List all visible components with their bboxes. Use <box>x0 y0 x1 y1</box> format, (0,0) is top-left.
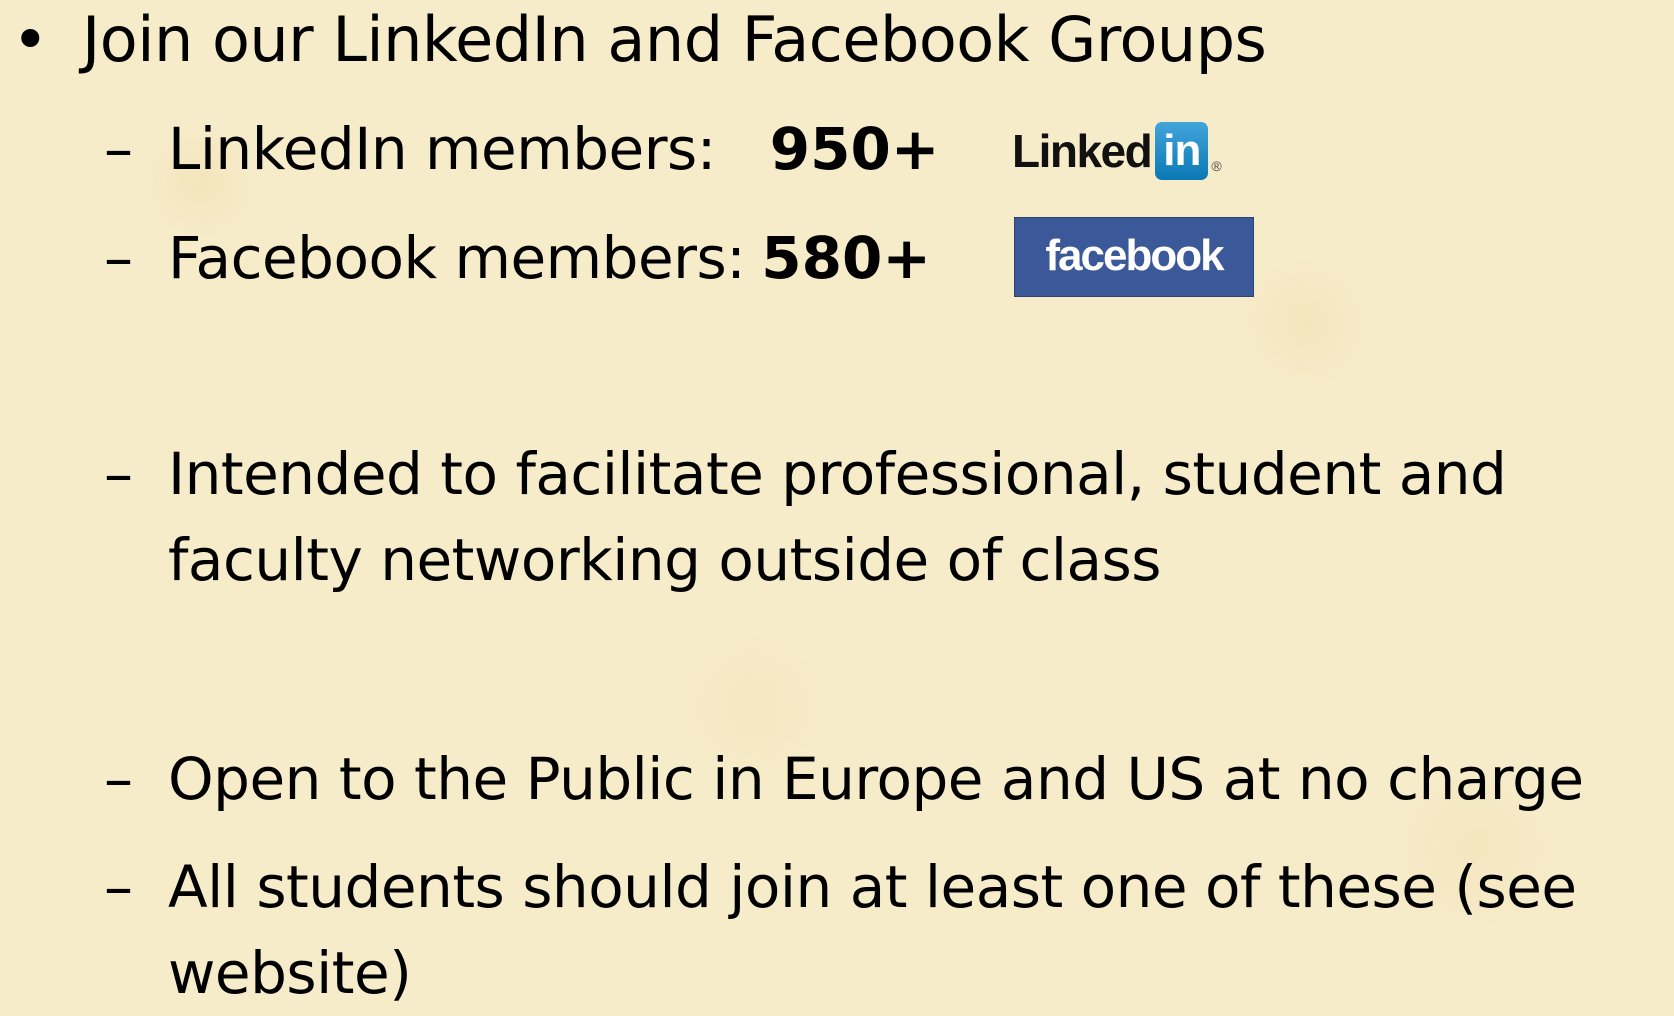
linkedin-members-count: 950+ <box>769 115 940 183</box>
networking-text-line2: faculty networking outside of class <box>168 526 1161 594</box>
linkedin-logo-word: Linked <box>1012 125 1153 177</box>
facebook-members-count: 580+ <box>761 224 931 292</box>
students-join-text-line1: All students should join at least one of… <box>168 853 1577 921</box>
registered-mark: ® <box>1211 158 1222 174</box>
students-join-item: – All students should join at least one o… <box>104 844 1577 1016</box>
linkedin-logo: Linked in ® <box>1012 120 1222 182</box>
linkedin-members-label: LinkedIn members: <box>168 115 716 183</box>
bullet-marker: • <box>12 3 49 76</box>
facebook-members-item: – Facebook members: 580+ <box>104 215 931 301</box>
students-join-text-line2: website) <box>168 939 412 1007</box>
facebook-members-label: Facebook members: <box>168 224 746 292</box>
networking-item: – Intended to facilitate professional, st… <box>104 431 1507 603</box>
dash-marker: – <box>104 115 133 183</box>
networking-text-line1: Intended to facilitate professional, stu… <box>168 440 1507 508</box>
linkedin-logo-badge: in <box>1155 122 1209 180</box>
main-bullet: • Join our LinkedIn and Facebook Groups <box>12 0 1267 80</box>
public-access-item: – Open to the Public in Europe and US at … <box>104 736 1584 822</box>
dash-marker: – <box>104 745 133 813</box>
dash-marker: – <box>104 440 133 508</box>
dash-marker: – <box>104 853 133 921</box>
main-bullet-text: Join our LinkedIn and Facebook Groups <box>82 3 1267 76</box>
linkedin-members-item: – LinkedIn members: 950+ <box>104 106 939 192</box>
dash-marker: – <box>104 224 133 292</box>
public-access-text: Open to the Public in Europe and US at n… <box>168 745 1584 813</box>
facebook-logo: facebook <box>1014 217 1254 297</box>
